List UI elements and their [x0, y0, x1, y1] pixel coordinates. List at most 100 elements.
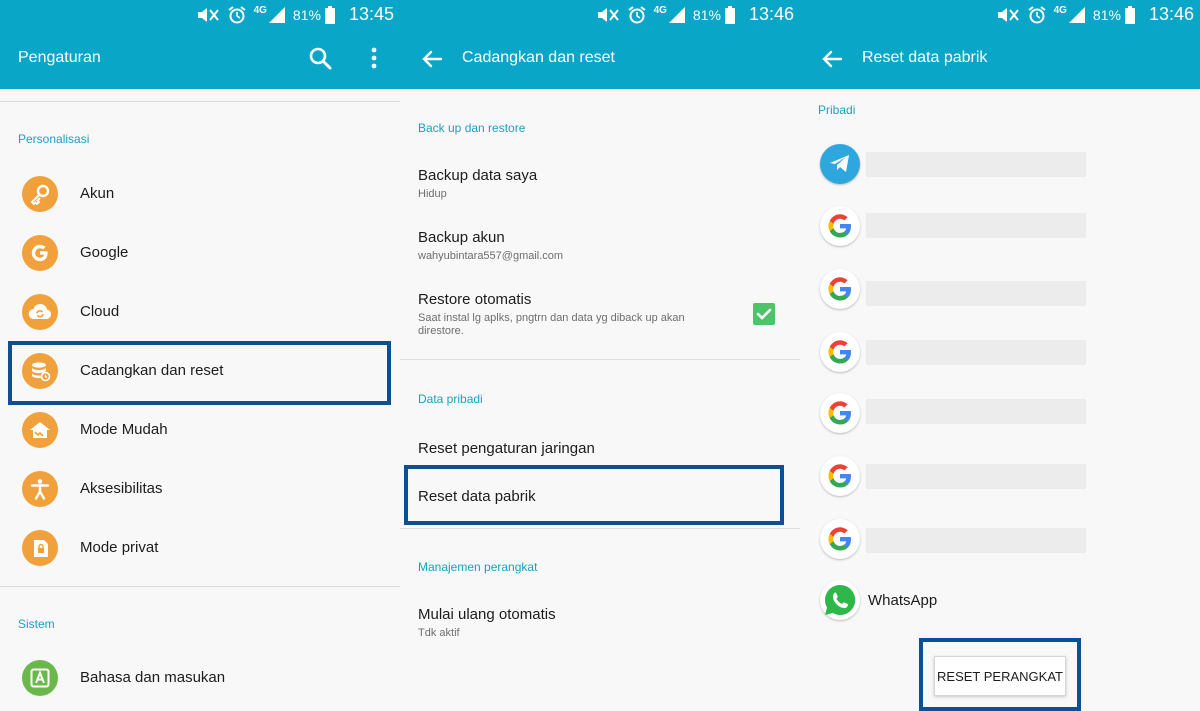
list-item-auto-restore[interactable]: Restore otomatis Saat instal lg aplks, p…: [418, 291, 788, 338]
private-icon: [22, 530, 58, 566]
status-bar: 4G 81% 13:45: [0, 0, 400, 29]
google-icon: [820, 456, 860, 496]
language-icon: [22, 660, 58, 696]
settings-item-label: Google: [80, 244, 129, 261]
battery-icon: [724, 5, 735, 24]
highlight-box: [404, 465, 784, 525]
account-placeholder: [866, 464, 1086, 489]
app-bar: Pengaturan: [0, 29, 400, 89]
accessibility-icon: [22, 471, 58, 507]
list-item-reset-network[interactable]: Reset pengaturan jaringan: [418, 440, 788, 457]
signal-icon: [1068, 6, 1085, 23]
account-placeholder: [866, 152, 1086, 177]
mute-icon: [596, 7, 620, 23]
google-icon: [820, 206, 860, 246]
battery-icon: [324, 5, 335, 24]
signal-icon: [268, 6, 285, 23]
divider: [0, 586, 400, 587]
settings-item-akun[interactable]: Akun: [0, 166, 400, 224]
page-title: Reset data pabrik: [862, 49, 988, 66]
alarm-icon: [227, 5, 246, 24]
page-title: Cadangkan dan reset: [462, 49, 615, 66]
account-placeholder: [866, 213, 1086, 238]
section-header-personal-data: Data pribadi: [418, 392, 483, 406]
account-placeholder: [866, 399, 1086, 424]
more-options-icon[interactable]: [368, 46, 380, 70]
factory-reset-screen: 4G 81% 13:46 Reset data pabrik Pribadi W…: [800, 0, 1200, 711]
section-header-personal: Pribadi: [818, 103, 856, 117]
section-header-system: Sistem: [18, 617, 55, 631]
section-header-backup-restore: Back up dan restore: [418, 121, 526, 135]
battery-percent: 81%: [692, 6, 721, 23]
item-subtitle: Saat instal lg aplks, pngtrn dan data yg…: [418, 312, 685, 337]
item-subtitle: wahyubintara557@gmail.com: [418, 250, 564, 262]
google-icon: [820, 393, 860, 433]
signal-icon: [668, 6, 685, 23]
battery-percent: 81%: [292, 6, 321, 23]
google-icon: [820, 332, 860, 372]
settings-item-label: Cloud: [80, 303, 120, 320]
settings-item-private-mode[interactable]: Mode privat: [0, 520, 400, 578]
network-type: 4G: [1053, 4, 1067, 16]
settings-screen: 4G 81% 13:45 Pengaturan Personalisasi Ak…: [0, 0, 400, 711]
status-bar: 4G 81% 13:46: [400, 0, 800, 29]
divider: [0, 101, 400, 102]
item-title: Backup data saya: [418, 167, 538, 184]
item-title: Backup akun: [418, 229, 505, 246]
google-icon: [820, 269, 860, 309]
network-type: 4G: [253, 4, 267, 16]
mute-icon: [196, 7, 220, 23]
clock: 13:45: [348, 4, 394, 24]
settings-item-label: Bahasa dan masukan: [80, 669, 226, 686]
alarm-icon: [1027, 5, 1046, 24]
settings-item-accessibility[interactable]: Aksesibilitas: [0, 461, 400, 519]
backup-reset-screen: 4G 81% 13:46 Cadangkan dan reset Back up…: [400, 0, 800, 711]
alarm-icon: [627, 5, 646, 24]
cloud-icon: [22, 294, 58, 330]
item-title: Restore otomatis: [418, 291, 532, 308]
back-arrow-icon[interactable]: [820, 47, 844, 71]
highlight-box: [8, 341, 391, 405]
settings-item-language[interactable]: Bahasa dan masukan: [0, 650, 400, 708]
settings-item-label: Aksesibilitas: [80, 480, 163, 497]
divider: [400, 528, 800, 529]
page-title: Pengaturan: [18, 49, 101, 66]
mute-icon: [996, 7, 1020, 23]
highlight-box: [919, 638, 1081, 711]
telegram-icon: [820, 144, 860, 184]
account-placeholder: [866, 528, 1086, 553]
list-item-backup-data[interactable]: Backup data saya Hidup: [418, 167, 788, 201]
auto-restore-checkbox[interactable]: [753, 303, 775, 325]
battery-percent: 81%: [1092, 6, 1121, 23]
search-icon[interactable]: [308, 46, 332, 70]
divider: [400, 359, 800, 360]
section-header-personalization: Personalisasi: [18, 132, 90, 146]
settings-item-cloud[interactable]: Cloud: [0, 284, 400, 342]
app-bar: Cadangkan dan reset: [400, 29, 800, 89]
account-placeholder: [866, 340, 1086, 365]
settings-item-label: Mode Mudah: [80, 421, 168, 438]
back-arrow-icon[interactable]: [420, 47, 444, 71]
settings-item-label: Akun: [80, 185, 115, 202]
item-title: Reset pengaturan jaringan: [418, 440, 595, 457]
account-placeholder: [866, 281, 1086, 306]
battery-icon: [1124, 5, 1135, 24]
settings-item-label: Mode privat: [80, 539, 159, 556]
settings-item-easy-mode[interactable]: Mode Mudah: [0, 402, 400, 460]
home-icon: [22, 412, 58, 448]
clock: 13:46: [748, 4, 794, 24]
account-label-whatsapp: WhatsApp: [868, 592, 938, 609]
status-bar: 4G 81% 13:46: [800, 0, 1200, 29]
item-subtitle: Hidup: [418, 188, 447, 200]
settings-item-google[interactable]: Google: [0, 225, 400, 283]
section-header-device-management: Manajemen perangkat: [418, 560, 538, 574]
network-type: 4G: [653, 4, 667, 16]
google-icon: [22, 235, 58, 271]
list-item-backup-account[interactable]: Backup akun wahyubintara557@gmail.com: [418, 229, 788, 263]
key-icon: [22, 176, 58, 212]
app-bar: Reset data pabrik: [800, 29, 1200, 89]
whatsapp-icon: [820, 580, 860, 620]
clock: 13:46: [1148, 4, 1194, 24]
list-item-auto-restart[interactable]: Mulai ulang otomatis Tdk aktif: [418, 606, 788, 640]
item-subtitle: Tdk aktif: [418, 627, 460, 639]
